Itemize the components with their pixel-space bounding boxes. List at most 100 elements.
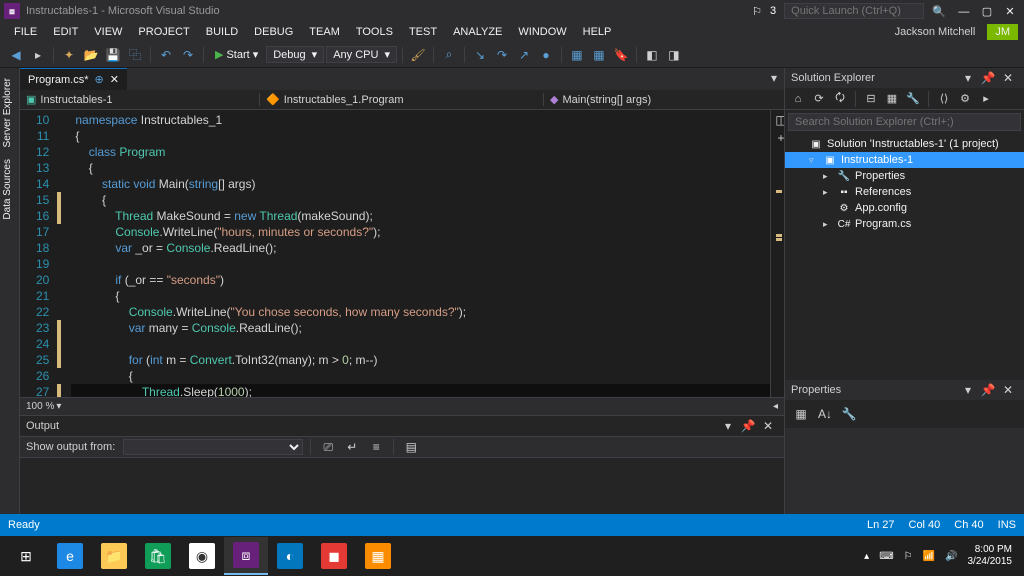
tree-item[interactable]: ▿▣Instructables-1 [785,152,1024,168]
scroll-left-icon[interactable]: ◂ [773,401,778,412]
tab-dropdown-icon[interactable]: ▾ [764,68,784,88]
pin-icon[interactable]: 📌 [978,380,998,400]
minimize-button[interactable]: — [954,6,974,18]
taskbar-store[interactable]: 🛍 [136,537,180,575]
tb-misc-2[interactable]: ◨ [664,45,684,65]
panel-dropdown-icon[interactable]: ▾ [958,380,978,400]
close-button[interactable]: ✕ [1000,5,1020,18]
keyboard-icon[interactable]: ⌨ [879,551,893,562]
menu-view[interactable]: VIEW [86,24,130,40]
network-icon[interactable]: 📶 [923,551,935,562]
close-tab-icon[interactable]: ✕ [110,73,119,86]
system-tray[interactable]: ▴ ⌨ ⚐ 📶 🔊 8:00 PM 3/24/2015 [864,544,1020,568]
save-all-button[interactable]: ⿻ [125,45,145,65]
user-badge[interactable]: JM [987,24,1018,40]
taskbar-app3[interactable]: ▦ [356,537,400,575]
tree-item[interactable]: ▣Solution 'Instructables-1' (1 project) [785,136,1024,152]
collapse-icon[interactable]: ⊟ [862,90,880,108]
toggle-wrap-icon[interactable]: ↵ [342,437,362,457]
split-icon[interactable]: ◫ [771,110,784,130]
close-panel-icon[interactable]: ✕ [998,380,1018,400]
search-icon[interactable]: 🔍 [932,5,946,18]
tab-program-cs[interactable]: Program.cs* ⊕ ✕ [20,68,127,90]
home-icon[interactable]: ⌂ [789,90,807,108]
taskbar-app1[interactable]: ◐ [268,537,312,575]
solution-tree[interactable]: ▣Solution 'Instructables-1' (1 project)▿… [785,134,1024,234]
panel-dropdown-icon[interactable]: ▾ [718,416,738,436]
server-explorer-tab[interactable]: Server Explorer [0,72,19,153]
menu-window[interactable]: WINDOW [510,24,574,40]
comment-button[interactable]: ▦ [567,45,587,65]
close-panel-icon[interactable]: ✕ [758,416,778,436]
menu-analyze[interactable]: ANALYZE [445,24,510,40]
menu-team[interactable]: TEAM [301,24,348,40]
new-project-button[interactable]: ✦ [59,45,79,65]
code-editor[interactable]: 1011121314151617181920212223242526272829… [20,110,784,397]
panel-dropdown-icon[interactable]: ▾ [958,68,978,88]
tree-item[interactable]: ▸C#Program.cs [785,216,1024,232]
nav-class-dropdown[interactable]: 🔶 Instructables_1.Program [260,93,544,106]
volume-icon[interactable]: 🔊 [945,551,957,562]
step-over-button[interactable]: ↷ [492,45,512,65]
user-name[interactable]: Jackson Mitchell [887,24,984,40]
nav-back-button[interactable]: ◀ [6,45,26,65]
overview-ruler[interactable]: ◫ + [770,110,784,397]
bookmark-button[interactable]: 🔖 [611,45,631,65]
uncomment-button[interactable]: ▦ [589,45,609,65]
menu-file[interactable]: FILE [6,24,45,40]
save-button[interactable]: 💾 [103,45,123,65]
taskbar-app2[interactable]: ◼ [312,537,356,575]
notification-flag-icon[interactable]: ⚐ [752,5,762,18]
refresh-icon[interactable]: ⟳ [810,90,828,108]
taskbar-chrome[interactable]: ◉ [180,537,224,575]
bp-button[interactable]: ● [536,45,556,65]
nav-method-dropdown[interactable]: ◆ Main(string[] args) [544,93,784,106]
misc-icon[interactable]: ⚙ [956,90,974,108]
az-icon[interactable]: A↓ [815,404,835,424]
flag-tray-icon[interactable]: ⚐ [904,551,913,562]
show-all-icon[interactable]: ▦ [883,90,901,108]
menu-build[interactable]: BUILD [198,24,246,40]
menu-help[interactable]: HELP [575,24,620,40]
tb-paint-icon[interactable]: 🖌 [408,45,428,65]
pin-icon[interactable]: ⊕ [95,73,104,86]
pin-icon[interactable]: 📌 [978,68,998,88]
open-file-button[interactable]: 📂 [81,45,101,65]
step-into-button[interactable]: ↘ [470,45,490,65]
maximize-button[interactable]: ▢ [977,5,997,18]
find-button[interactable]: ⌕ [439,45,459,65]
platform-dropdown[interactable]: Any CPU▾ [326,46,397,63]
output-source-dropdown[interactable] [123,439,303,455]
menu-debug[interactable]: DEBUG [246,24,301,40]
props-icon[interactable]: 🔧 [904,90,922,108]
tree-item[interactable]: ⚙App.config [785,200,1024,216]
clear-output-icon[interactable]: ⎚ [318,437,338,457]
taskbar-explorer[interactable]: 📁 [92,537,136,575]
preview-icon[interactable]: ⟨⟩ [935,90,953,108]
quick-launch-input[interactable] [784,3,924,19]
start-debug-button[interactable]: ▶ Start ▾ [209,48,264,61]
menu-project[interactable]: PROJECT [130,24,197,40]
output-icon-4[interactable]: ▤ [401,437,421,457]
tree-item[interactable]: ▸🔧Properties [785,168,1024,184]
menu-test[interactable]: TEST [401,24,445,40]
taskbar-ie[interactable]: e [48,537,92,575]
sync-icon[interactable]: 🗘 [831,90,849,108]
tb-misc-1[interactable]: ◧ [642,45,662,65]
start-menu-button[interactable]: ⊞ [4,537,48,575]
redo-button[interactable]: ↷ [178,45,198,65]
zoom-level[interactable]: 100 % [26,401,54,412]
menu-edit[interactable]: EDIT [45,24,86,40]
code-content[interactable]: namespace Instructables_1{ class Program… [71,110,770,397]
pin-icon[interactable]: 📌 [738,416,758,436]
chevron-down-icon[interactable]: ▾ [56,401,61,412]
tree-item[interactable]: ▸▪▪References [785,184,1024,200]
chevron-icon[interactable]: ▸ [977,90,995,108]
explorer-search-input[interactable] [788,113,1021,131]
output-icon-3[interactable]: ≡ [366,437,386,457]
step-out-button[interactable]: ↗ [514,45,534,65]
cat-icon[interactable]: ▦ [791,404,811,424]
taskbar-vs[interactable]: ⧈ [224,537,268,575]
menu-tools[interactable]: TOOLS [348,24,401,40]
add-icon[interactable]: + [771,128,784,148]
